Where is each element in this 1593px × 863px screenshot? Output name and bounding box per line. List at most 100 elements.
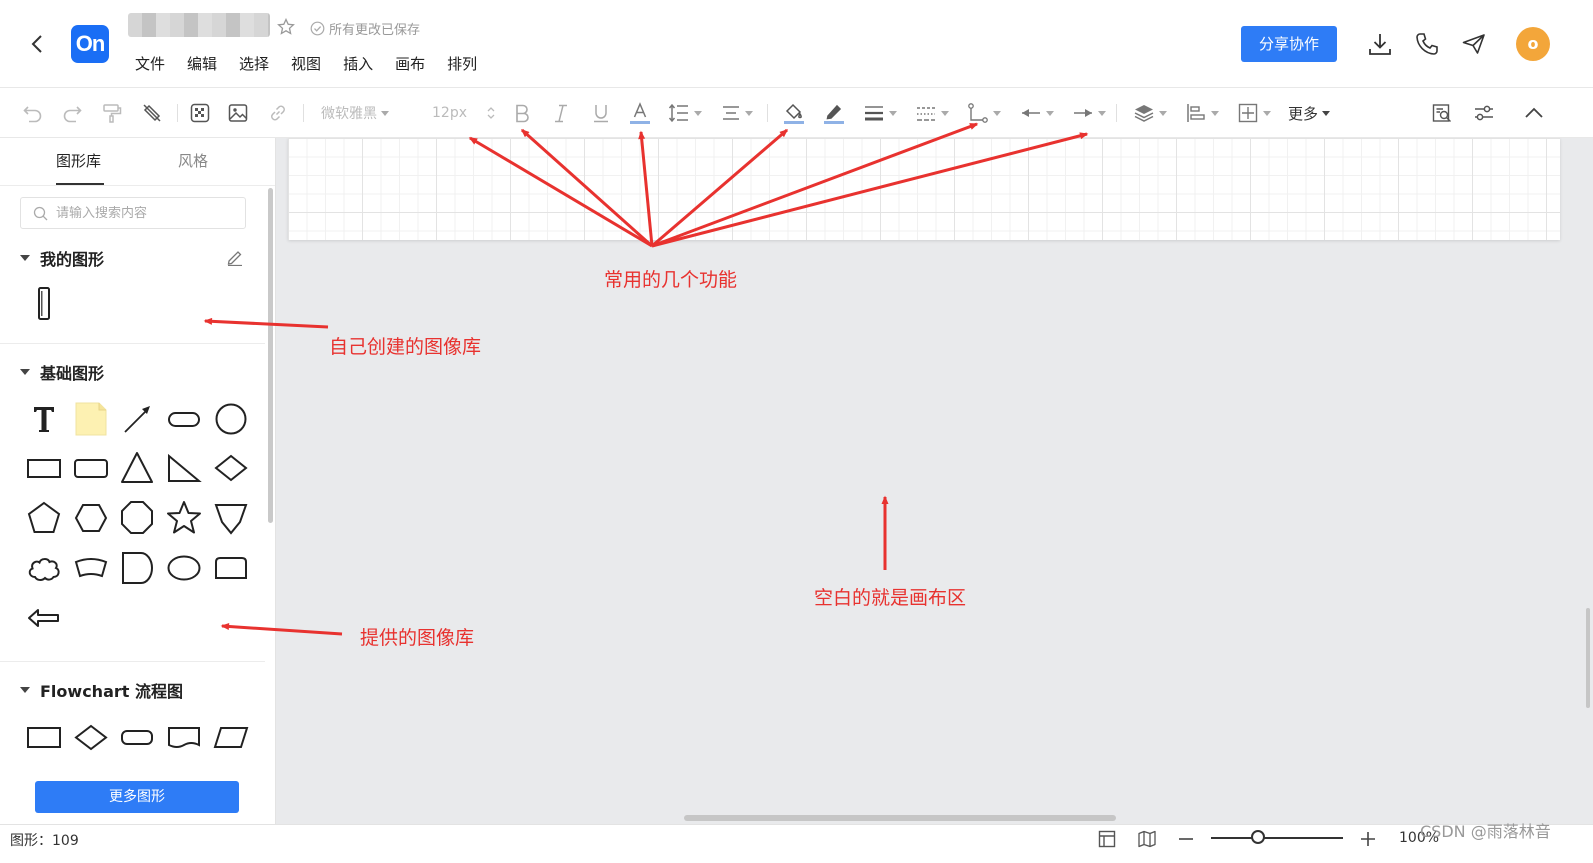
shape-star[interactable]: [164, 498, 204, 538]
shape-rounded-rectangle[interactable]: [71, 448, 111, 488]
align-objects-icon[interactable]: [1185, 101, 1219, 125]
zoom-slider-track[interactable]: [1211, 837, 1343, 839]
annotation-canvas-note: 空白的就是画布区: [814, 587, 967, 609]
connector-icon[interactable]: [967, 101, 1001, 125]
underline-icon[interactable]: [590, 101, 612, 125]
caret-down-icon: [1159, 110, 1167, 116]
shape-circle[interactable]: [211, 399, 251, 439]
shape-rounded-pill[interactable]: [164, 399, 204, 439]
flowchart-process[interactable]: [24, 717, 64, 757]
shape-pentagon[interactable]: [24, 498, 64, 538]
arrow-start-icon[interactable]: [1020, 101, 1054, 125]
shape-triangle[interactable]: [117, 448, 157, 488]
link-icon[interactable]: [267, 101, 289, 125]
flowchart-data[interactable]: [211, 717, 251, 757]
shape-diamond[interactable]: [211, 448, 251, 488]
line-color-icon[interactable]: [823, 101, 845, 125]
back-icon[interactable]: [26, 30, 50, 58]
italic-icon[interactable]: [550, 101, 572, 125]
user-avatar[interactable]: o: [1516, 27, 1550, 61]
format-painter-icon[interactable]: [101, 101, 123, 125]
more-shapes-button[interactable]: 更多图形: [35, 781, 239, 813]
menu-edit[interactable]: 编辑: [176, 53, 228, 74]
horizontal-scrollbar[interactable]: [684, 815, 1116, 821]
section-basic-shapes[interactable]: 基础图形: [20, 360, 104, 384]
flowchart-terminator[interactable]: [117, 717, 157, 757]
app-logo[interactable]: On: [71, 25, 109, 63]
star-icon[interactable]: [277, 17, 295, 36]
shape-text[interactable]: [24, 399, 64, 439]
vertical-scrollbar[interactable]: [1586, 608, 1590, 708]
menu-select[interactable]: 选择: [228, 53, 280, 74]
undo-icon[interactable]: [22, 101, 44, 125]
zoom-in-icon[interactable]: [1358, 829, 1378, 849]
shape-note[interactable]: [71, 399, 111, 439]
shape-delay[interactable]: [117, 548, 157, 588]
flowchart-document[interactable]: [164, 717, 204, 757]
section-divider: [0, 343, 265, 344]
shape-right-triangle[interactable]: [164, 448, 204, 488]
menu-arrange[interactable]: 排列: [436, 53, 488, 74]
tab-shape-library[interactable]: 图形库: [56, 150, 101, 171]
shape-rounded-top-rectangle[interactable]: [211, 548, 251, 588]
arrow-end-icon[interactable]: [1072, 101, 1106, 125]
canvas-page-grid[interactable]: [288, 138, 1560, 240]
caret-down-icon: [1098, 110, 1106, 116]
flowchart-decision[interactable]: [71, 717, 111, 757]
shape-left-arrow[interactable]: [24, 598, 64, 638]
document-title-blurred[interactable]: [128, 13, 270, 37]
menu-file[interactable]: 文件: [124, 53, 176, 74]
share-collaborate-button[interactable]: 分享协作: [1241, 26, 1337, 62]
shape-hexagon[interactable]: [71, 498, 111, 538]
fill-color-icon[interactable]: [783, 101, 805, 125]
more-menu[interactable]: 更多: [1288, 101, 1331, 125]
shape-rectangle[interactable]: [24, 448, 64, 488]
clear-format-icon[interactable]: [141, 101, 163, 125]
shape-curved-banner[interactable]: [71, 548, 111, 588]
layers-icon[interactable]: [1133, 101, 1167, 125]
line-width-icon[interactable]: [863, 101, 897, 125]
line-height-icon[interactable]: [668, 101, 702, 125]
font-size-select[interactable]: 12px: [432, 101, 495, 125]
send-icon[interactable]: [1461, 31, 1487, 57]
sidebar-scrollbar[interactable]: [268, 188, 273, 523]
tab-style[interactable]: 风格: [178, 150, 208, 171]
settings-icon[interactable]: [1473, 101, 1495, 125]
shape-inverted-pentagon[interactable]: [211, 498, 251, 538]
phone-icon[interactable]: [1414, 31, 1440, 57]
shape-cloud[interactable]: [24, 548, 64, 588]
section-my-shapes[interactable]: 我的图形: [20, 246, 104, 270]
font-family-select[interactable]: 微软雅黑: [321, 101, 389, 125]
caret-down-icon: [381, 110, 389, 116]
zoom-slider-handle[interactable]: [1251, 830, 1265, 844]
download-icon[interactable]: [1367, 31, 1393, 57]
menu-insert[interactable]: 插入: [332, 53, 384, 74]
position-icon[interactable]: [1237, 101, 1271, 125]
redo-icon[interactable]: [61, 101, 83, 125]
search-input[interactable]: [56, 205, 236, 221]
menu-canvas[interactable]: 画布: [384, 53, 436, 74]
align-icon[interactable]: [721, 101, 753, 125]
zoom-out-icon[interactable]: [1176, 829, 1196, 849]
page-layout-icon[interactable]: [1097, 829, 1117, 849]
menu-view[interactable]: 视图: [280, 53, 332, 74]
check-circle-icon: [310, 21, 325, 36]
shape-octagon[interactable]: [117, 498, 157, 538]
shape-arrow-line[interactable]: [117, 399, 157, 439]
section-flowchart[interactable]: Flowchart 流程图: [20, 678, 183, 702]
save-status: 所有更改已保存: [310, 19, 420, 38]
edit-icon[interactable]: [226, 248, 244, 267]
watermark: CSDN @雨落林音: [1420, 822, 1551, 841]
map-icon[interactable]: [1137, 829, 1157, 849]
custom-shape-tall-rect[interactable]: [24, 284, 64, 324]
collapse-icon[interactable]: [1523, 101, 1545, 125]
image-icon[interactable]: [227, 101, 249, 125]
bold-icon[interactable]: [511, 101, 533, 125]
find-icon[interactable]: [1431, 101, 1453, 125]
shape-ellipse[interactable]: [164, 548, 204, 588]
caret-down-icon: [941, 110, 949, 116]
font-color-icon[interactable]: [629, 101, 651, 125]
line-style-icon[interactable]: [915, 101, 949, 125]
fill-pattern-icon[interactable]: [189, 101, 211, 125]
drawing-canvas[interactable]: [276, 138, 1593, 824]
